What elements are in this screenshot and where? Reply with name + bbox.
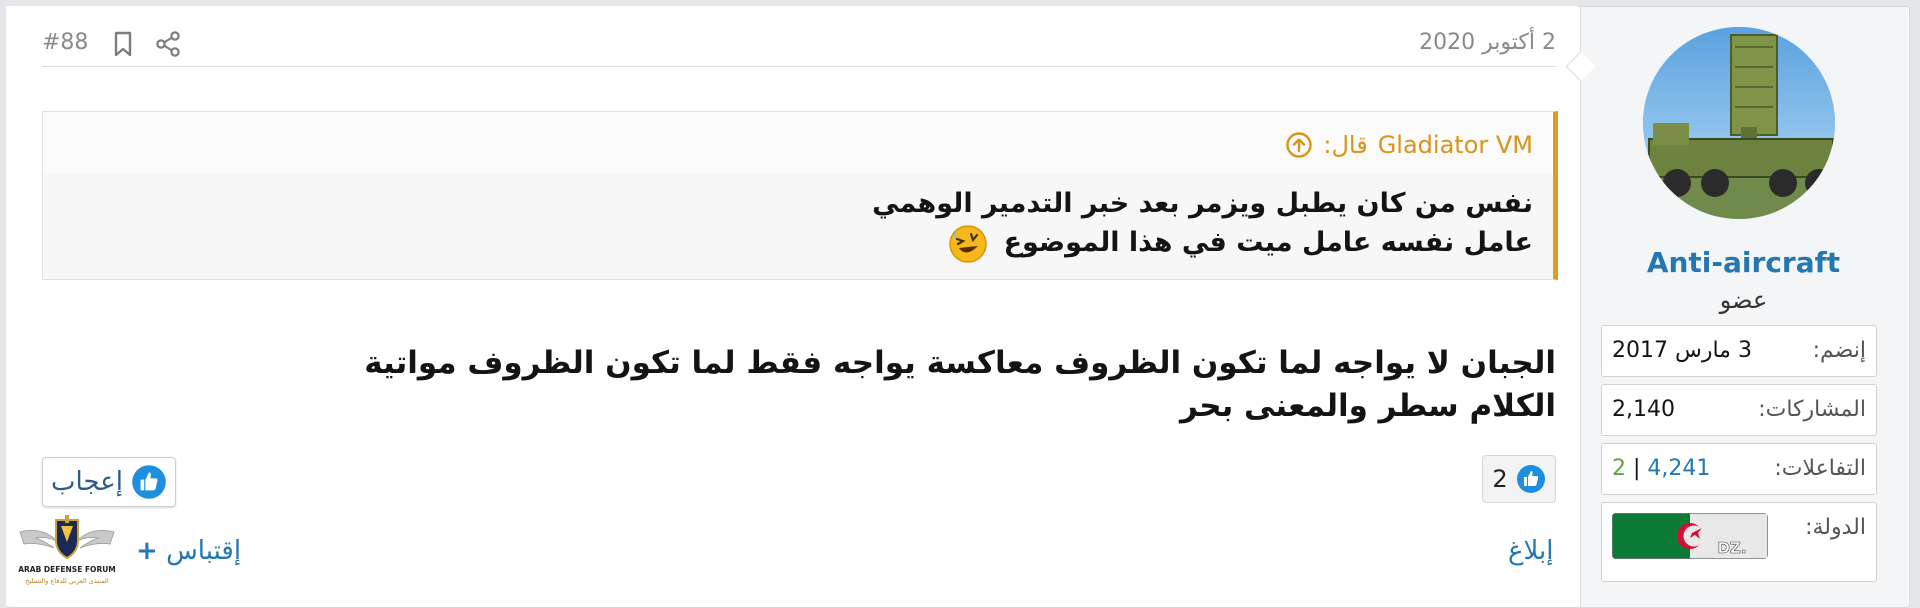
quote-body: نفس من كان يطبل ويزمر بعد خبر التدمير ال… <box>73 184 1533 264</box>
quote-reply-button[interactable]: إقتباس + <box>130 536 241 566</box>
logo-text: ARAB DEFENSE FORUM <box>18 565 116 574</box>
reactions-values: 2 | 4,241 <box>1612 456 1710 481</box>
reaction-summary[interactable]: 2 <box>1482 455 1556 503</box>
report-link[interactable]: إبلاغ <box>1508 536 1554 566</box>
post-header: #88 2 أكتوبر 2020 <box>42 22 1556 67</box>
algeria-flag-image: .DZ <box>1612 513 1768 559</box>
reactions-separator: | <box>1633 456 1641 481</box>
laughing-emoji-icon <box>949 224 987 263</box>
posts-label: المشاركات: <box>1758 397 1866 422</box>
like-button[interactable]: إعجاب <box>42 457 176 507</box>
quote-block: Gladiator VM قال: نفس من كان يطبل ويزمر … <box>42 111 1558 280</box>
logo-subtext: المنتدى العربي للدفاع والتسليح <box>25 577 109 585</box>
quote-line-1: نفس من كان يطبل ويزمر بعد خبر التدمير ال… <box>872 188 1533 219</box>
quote-reply-label: إقتباس <box>166 536 242 566</box>
country-label: الدولة: <box>1805 515 1866 540</box>
post-number-link[interactable]: #88 <box>42 30 88 55</box>
reactions-extra: 2 <box>1612 456 1626 481</box>
thumbs-up-icon <box>132 465 166 499</box>
joined-label: إنضم: <box>1812 338 1866 363</box>
share-icon[interactable] <box>154 30 182 58</box>
info-posts: المشاركات: 2,140 <box>1601 384 1877 436</box>
thumbs-up-icon <box>1516 465 1545 493</box>
forum-logo: ARAB DEFENSE FORUM المنتدى العربي للدفاع… <box>18 515 116 585</box>
posts-value: 2,140 <box>1612 397 1675 422</box>
reaction-count: 2 <box>1492 465 1508 493</box>
username-link[interactable]: Anti-aircraft <box>1580 246 1907 279</box>
avatar[interactable] <box>1643 27 1835 219</box>
post-main <box>6 6 1578 606</box>
post-date-link[interactable]: 2 أكتوبر 2020 <box>1419 30 1556 55</box>
info-country: الدولة: .DZ <box>1601 502 1877 582</box>
plus-icon: + <box>136 536 158 566</box>
bookmark-icon[interactable] <box>110 30 136 58</box>
post-body-line-1: الجبان لا يواجه لما تكون الظروف معاكسة ي… <box>364 345 1556 381</box>
reactions-value: 4,241 <box>1647 456 1711 481</box>
quote-header[interactable]: Gladiator VM قال: <box>1285 128 1533 162</box>
like-label: إعجاب <box>51 467 123 497</box>
quote-line-2-text: عامل نفسه عامل ميت في هذا الموضوع <box>1003 227 1533 258</box>
reactions-label: التفاعلات: <box>1774 456 1866 481</box>
quote-author[interactable]: Gladiator VM <box>1378 131 1533 159</box>
info-reactions: التفاعلات: 2 | 4,241 <box>1601 443 1877 495</box>
arrow-up-circle-icon[interactable] <box>1285 131 1313 159</box>
post-body-line-2: الكلام سطر والمعنى بحر <box>1180 388 1556 424</box>
flag-text: .DZ <box>1717 539 1746 557</box>
info-joined: إنضم: 3 مارس 2017 <box>1601 325 1877 377</box>
post-body: الجبان لا يواجه لما تكون الظروف معاكسة ي… <box>256 342 1556 428</box>
user-title: عضو <box>1719 286 1768 314</box>
joined-value: 3 مارس 2017 <box>1612 338 1752 363</box>
quote-line-2: عامل نفسه عامل ميت في هذا الموضوع <box>73 223 1533 264</box>
quote-said-label: قال: <box>1323 131 1368 159</box>
